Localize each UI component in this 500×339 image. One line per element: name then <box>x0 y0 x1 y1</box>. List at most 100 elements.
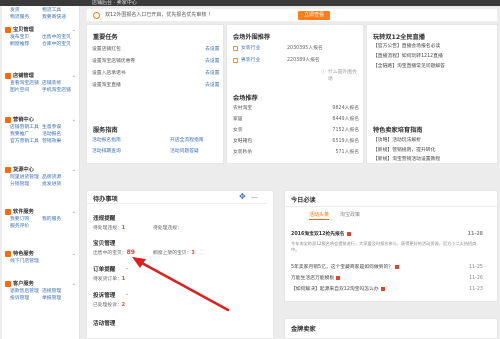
live-row[interactable]: 【全链路】淘宝直播常见问题解答 <box>373 63 500 71</box>
sidebar-link[interactable]: 物流工具 <box>42 7 74 14</box>
news-panel: 今日必读 活动头条 淘宝政策 2016淘宝双12抢先报名 11-28 今年淘宝的双… <box>284 190 498 302</box>
software-icon <box>5 209 11 215</box>
service-link[interactable]: 开店全流程指南 <box>170 137 204 144</box>
special-row[interactable]: 【新规】淘宝营销活动设置教程 <box>373 156 500 164</box>
venue-row[interactable]: 男装行业 220389人报名 <box>233 57 359 64</box>
news-row[interactable]: 万能生活店万能模板 11-26 <box>291 275 483 283</box>
sidebar: 发货 物流工具 物流服务 我要寄快递 宝贝管理 ⌄ 发布宝贝 出售中的宝贝 橱窗推荐 仓库… <box>2 6 80 339</box>
sidebar-group-header[interactable]: 宝贝管理 ⌄ <box>2 26 80 34</box>
sidebar-group-header[interactable]: 客户服务 ⌄ <box>2 280 80 288</box>
sidebar-link[interactable]: 仓库中的宝贝 <box>42 41 74 48</box>
chevron-down-icon[interactable]: ⌄ <box>125 291 129 297</box>
collapse-icon[interactable]: — <box>251 192 258 202</box>
venue-rec-row[interactable]: 女装 7152人报名 <box>233 127 359 135</box>
sidebar-link[interactable]: 物流服务 <box>10 14 42 21</box>
sidebar-link[interactable]: 店铺装修 <box>42 80 74 87</box>
task-setup-link[interactable]: 去设置 <box>205 58 219 65</box>
chevron-down-icon: ⌄ <box>71 73 76 79</box>
chevron-down-icon: ⌄ <box>71 117 76 123</box>
venue-rec-value: 9824人报名 <box>332 106 359 111</box>
task-label: 设置淘宝店铺优惠券 <box>92 59 136 64</box>
venue-row[interactable]: 女装行业 2030395人报名 <box>233 45 359 52</box>
venue-rec-value: 7152人报名 <box>332 128 359 133</box>
task-setup-link[interactable]: 去设置 <box>205 46 219 53</box>
venue-name: 男装行业 <box>241 58 261 63</box>
news-row[interactable]: 【如何解决】起源来自双12淘宝吗怎么办 11-23 <box>291 286 483 294</box>
todo-item[interactable]: 已处理投诉：2 <box>93 301 125 308</box>
sidebar-link[interactable]: 我要寄快递 <box>42 14 74 21</box>
sidebar-link[interactable]: 生意参谋 <box>42 124 74 131</box>
chevron-down-icon: ⌄ <box>71 209 76 215</box>
venue-rec-title: 会场推荐 <box>233 95 258 102</box>
sidebar-link[interactable]: 发布宝贝 <box>10 34 42 41</box>
star-icon <box>5 251 11 257</box>
service-link[interactable]: 活动报名指南 <box>92 138 121 143</box>
tab-activity[interactable]: 活动头条 <box>309 211 330 220</box>
notice-text: 双12外围报名入口已开启，优先报名优先审核 ！ <box>105 12 213 18</box>
sidebar-link[interactable]: 违规管理 <box>42 288 74 295</box>
sidebar-link[interactable]: 图片空间 <box>10 87 42 94</box>
sidebar-link[interactable]: 橱窗推荐 <box>10 41 42 48</box>
sidebar-link[interactable]: 营销效果 <box>42 138 74 145</box>
news-summary: 今年淘宝的双12报名将会提前进行，大家要及时报名参与，获得更好的活动资源，官方小… <box>291 241 477 252</box>
sidebar-link[interactable]: 举报管理 <box>42 295 74 302</box>
venue-icon <box>233 46 238 51</box>
sidebar-link[interactable]: 发货 <box>10 7 42 14</box>
sidebar-row: 我要推广 活动报名 <box>2 131 80 138</box>
special-row[interactable]: 【攻略】活动玩法解析 <box>373 137 500 145</box>
sidebar-link[interactable]: 手机淘宝店铺 <box>42 87 74 94</box>
venue-name: 女装行业 <box>241 46 261 51</box>
todo-item[interactable]: 待发货订单：1 <box>93 275 125 282</box>
sidebar-link[interactable]: 店铺营销工具 <box>10 124 42 131</box>
service-link[interactable]: 活动问题答疑 <box>170 148 199 155</box>
sidebar-link[interactable]: 分销管理 <box>10 181 42 188</box>
service-row: 活动排期查询 活动问题答疑 <box>92 148 222 155</box>
sidebar-link[interactable]: 出售中的宝贝 <box>42 34 74 41</box>
sidebar-link[interactable]: 查看淘宝店铺 <box>10 80 42 87</box>
sidebar-link[interactable]: 我要推广 <box>10 131 42 138</box>
todo-item[interactable]: 待处理违规：1 <box>93 224 125 231</box>
chevron-down-icon[interactable]: ⌄ <box>125 265 129 271</box>
move-icon[interactable]: ✥ <box>239 192 246 202</box>
venue-rec-row[interactable]: 女装秒杀 571人报名 <box>233 149 359 157</box>
task-setup-link[interactable]: 去设置 <box>205 82 219 89</box>
sidebar-link[interactable]: 服务评价 <box>10 223 42 230</box>
venue-rec-row[interactable]: 女鞋箱包 6519人报名 <box>233 138 359 146</box>
sidebar-group-header[interactable]: 营销中心 ⌄ <box>2 116 80 124</box>
todo-item[interactable]: 出售中的宝贝：89 <box>93 249 135 256</box>
sidebar-link[interactable]: 我要订购 <box>10 216 42 223</box>
sidebar-link[interactable]: 阿里进货管理 <box>10 174 42 181</box>
sidebar-link[interactable]: 活动报名 <box>42 131 74 138</box>
venue-rec-row[interactable]: 家居 8449人报名 <box>233 116 359 124</box>
sidebar-group-header[interactable]: 软件服务 ⌄ <box>2 208 80 216</box>
sidebar-group-header[interactable]: 特色服务 ⌄ <box>2 250 80 258</box>
special-row[interactable]: 【新规】营销规则，提升转化 <box>373 147 500 155</box>
todo-item[interactable]: 橱窗上架的宝贝：3 <box>153 249 195 256</box>
venue-more-row[interactable]: ⓘ 什么是外围会场 <box>233 69 359 82</box>
view-now-button[interactable]: 立即查看 <box>298 11 330 20</box>
sidebar-group-header[interactable]: 货源中心 ⌄ <box>2 166 80 174</box>
shop-icon <box>5 73 11 79</box>
sidebar-link[interactable]: 品牌货源 <box>42 174 74 181</box>
sidebar-link[interactable]: 批发进货 <box>42 181 74 188</box>
todo-header: 待办事项 ✥ — <box>87 191 267 204</box>
sidebar-link[interactable]: 线下门店管理 <box>10 258 42 265</box>
sidebar-link[interactable]: 退款售后管理 <box>10 288 42 295</box>
task-setup-link[interactable]: 去设置 <box>205 70 219 77</box>
box-icon <box>5 27 11 33</box>
live-row[interactable]: 【官方公告】直播会场报名必读 <box>373 43 500 51</box>
sidebar-link[interactable]: 官方营销工具 <box>10 138 42 145</box>
sidebar-link[interactable]: 投诉管理 <box>10 295 42 302</box>
sidebar-row: 投诉管理 举报管理 <box>2 295 80 302</box>
tab-policy[interactable]: 淘宝政策 <box>340 211 360 220</box>
service-link[interactable]: 活动排期查询 <box>92 149 121 154</box>
sidebar-link[interactable]: 我的服务 <box>42 216 74 223</box>
todo-item[interactable]: 待处理违规： <box>153 224 182 231</box>
news-row[interactable]: 5年卖家月销5亿，这个宝藏商家是如何做到的？ 11-25 <box>291 264 483 272</box>
sidebar-row: 物流服务 我要寄快递 <box>2 14 80 21</box>
sidebar-group-header[interactable]: 店铺管理 ⌄ <box>2 72 80 80</box>
news-title: 今日必读 <box>291 197 316 204</box>
live-row[interactable]: 【直播流程】如何玩转1212直播 <box>373 53 500 61</box>
news-headline[interactable]: 2016淘宝双12抢先报名 11-28 <box>291 231 483 239</box>
venue-rec-row[interactable]: 农村淘宝 9824人报名 <box>233 105 359 113</box>
